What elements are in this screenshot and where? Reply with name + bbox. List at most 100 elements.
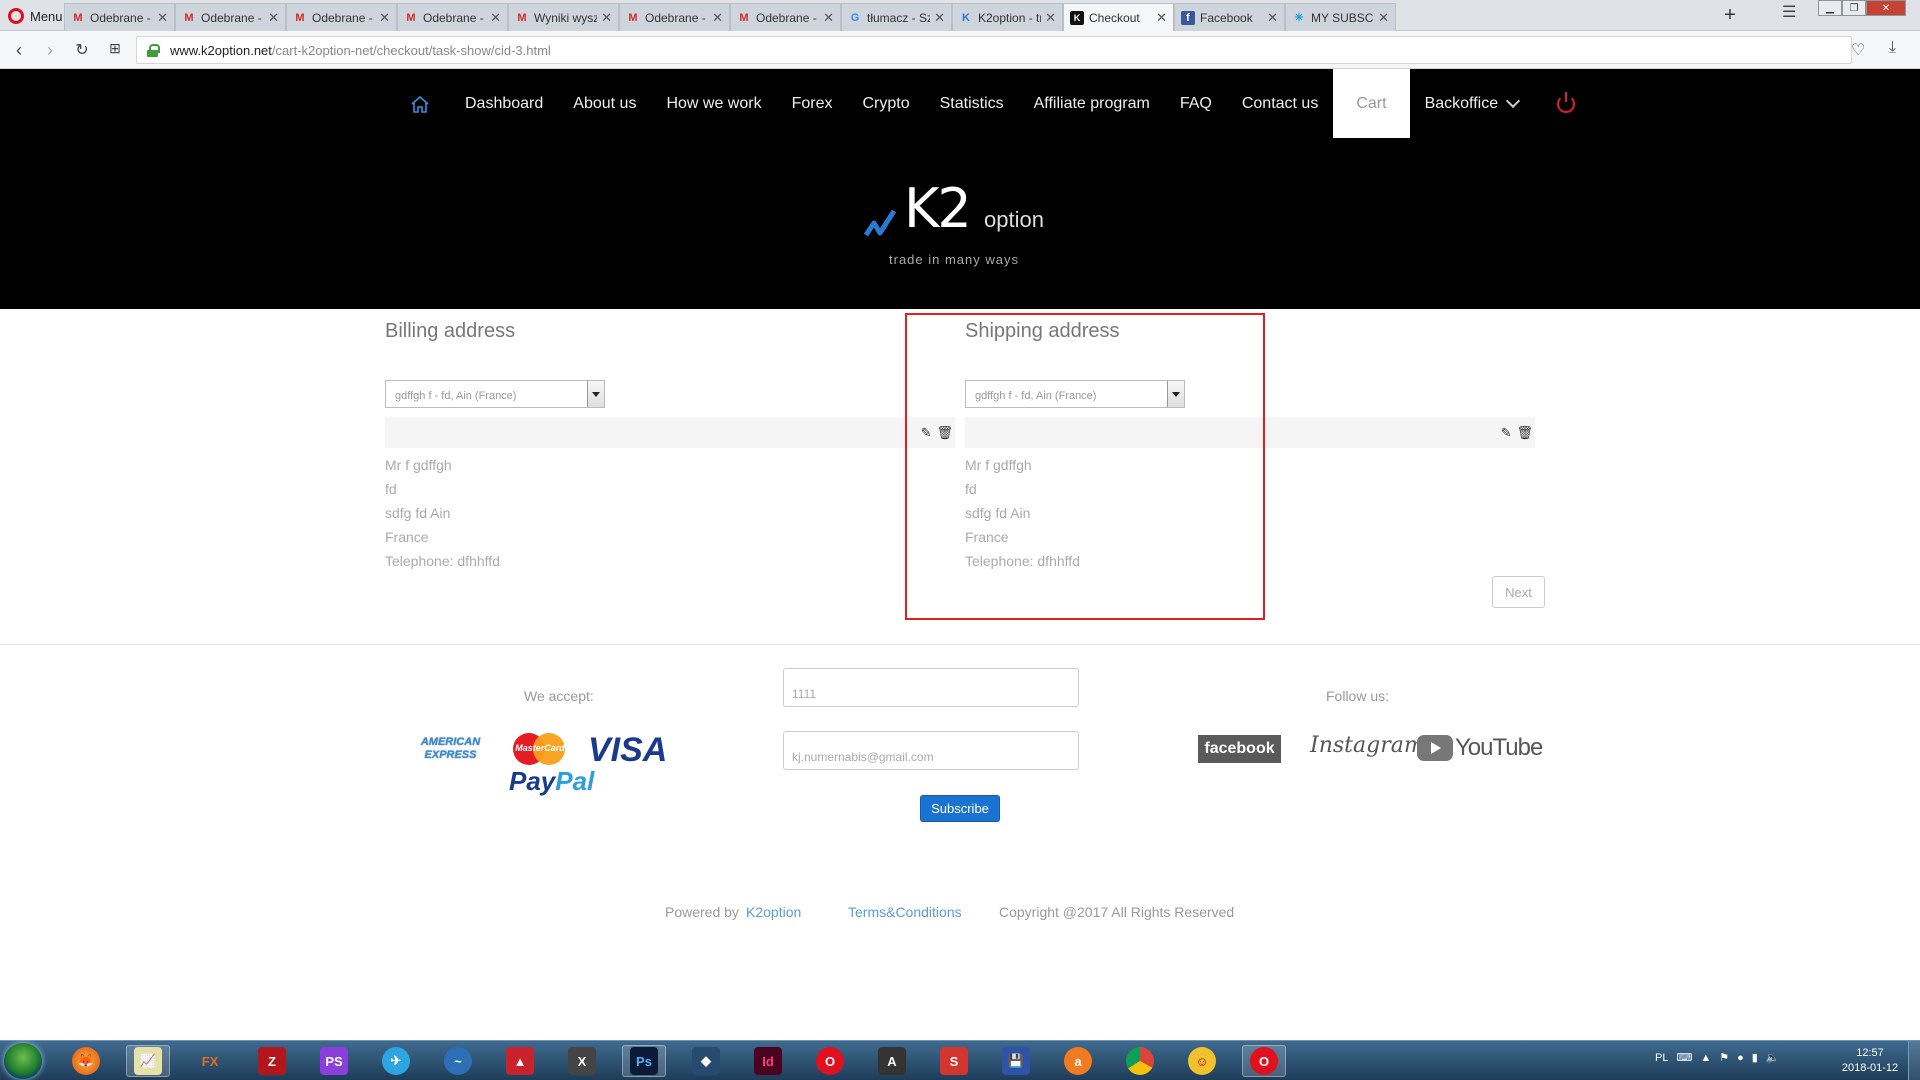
browser-tab[interactable]: K K2option - trad ✕ [952, 3, 1063, 31]
powered-by-link[interactable]: K2option [746, 904, 801, 920]
close-tab-icon[interactable]: ✕ [1378, 10, 1389, 26]
k2option-logo[interactable]: K2 option trade in many ways [864, 177, 1064, 277]
keyboard-icon[interactable]: ⌨ [1676, 1051, 1692, 1064]
billing-address-select[interactable]: gdffgh f - fd, Ain (France) [385, 380, 605, 408]
bookmark-heart-icon[interactable]: ♡ [1851, 40, 1865, 60]
download-icon[interactable]: ⤓ [1889, 39, 1896, 57]
browser-tab[interactable]: M Odebrane - kj.n ✕ [64, 3, 175, 31]
minimize-icon[interactable]: ▁ [1818, 0, 1842, 16]
tray-expand-icon[interactable]: ▲ [1700, 1052, 1711, 1064]
clock[interactable]: 12:57 2018-01-12 [1840, 1046, 1900, 1076]
xnview-icon[interactable]: X [560, 1045, 604, 1077]
browser-tab[interactable]: M Odebrane - k2o ✕ [175, 3, 286, 31]
close-tab-icon[interactable]: ✕ [268, 10, 279, 26]
url-host: www.k2option.net [170, 42, 272, 58]
subscribe-button[interactable]: Subscribe [920, 795, 1000, 822]
javafx-icon[interactable]: FX [188, 1045, 232, 1077]
sketchup-icon[interactable]: S [932, 1045, 976, 1077]
facebook-link[interactable]: facebook [1198, 735, 1281, 763]
url-input[interactable]: www.k2option.net/cart-k2option-net/check… [136, 36, 1852, 64]
close-tab-icon[interactable]: ✕ [1267, 10, 1278, 26]
nav-dashboard[interactable]: Dashboard [450, 69, 558, 138]
close-tab-icon[interactable]: ✕ [934, 10, 945, 26]
nav-about-us[interactable]: About us [558, 69, 651, 138]
nav-statistics[interactable]: Statistics [925, 69, 1019, 138]
tab-menu-icon[interactable]: ☰ [1782, 2, 1796, 22]
trash-icon[interactable]: 🗑 [1516, 425, 1533, 441]
volume-icon[interactable]: 🔈 [1766, 1051, 1780, 1064]
close-tab-icon[interactable]: ✕ [823, 10, 834, 26]
browser-tab[interactable]: M Wyniki wyszuki✕ [508, 3, 619, 31]
tab-title: Wyniki wyszuki [534, 10, 598, 25]
phpstorm-icon[interactable]: PS [312, 1045, 356, 1077]
browser-tab[interactable]: f Facebook ✕ [1174, 3, 1285, 31]
nav-crypto[interactable]: Crypto [847, 69, 924, 138]
window-controls: ▁ ❐ ✕ [1818, 0, 1906, 16]
nav-how-we-work[interactable]: How we work [651, 69, 776, 138]
edit-pencil-icon[interactable]: ✎ [1501, 425, 1512, 441]
forward-icon[interactable]: › [39, 40, 61, 61]
browser-tab[interactable]: M Odebrane - biu ✕ [730, 3, 841, 31]
newsletter-email-input[interactable] [783, 731, 1079, 770]
close-tab-icon[interactable]: ✕ [379, 10, 390, 26]
autocad-icon[interactable]: ▲ [498, 1045, 542, 1077]
speed-dial-icon[interactable]: ⊞ [104, 40, 126, 57]
chart-app-icon[interactable]: 📈 [126, 1045, 170, 1077]
flag-icon[interactable]: ⚑ [1719, 1051, 1729, 1064]
nav-forex[interactable]: Forex [777, 69, 848, 138]
nav-contact-us[interactable]: Contact us [1227, 69, 1333, 138]
browser-tab[interactable]: M Odebrane - eas ✕ [397, 3, 508, 31]
next-button[interactable]: Next [1492, 576, 1545, 608]
nav-home[interactable] [400, 69, 450, 138]
telegram-icon[interactable]: ✈ [374, 1045, 418, 1077]
new-tab-button[interactable]: + [1718, 4, 1742, 27]
youtube-link[interactable]: YouTube [1417, 734, 1543, 762]
browser-tab[interactable]: M Odebrane - biu ✕ [286, 3, 397, 31]
newsletter-name-input[interactable] [783, 668, 1079, 707]
close-tab-icon[interactable]: ✕ [1045, 10, 1056, 26]
browser-tab-active[interactable]: K Checkout ✕ [1063, 3, 1174, 31]
close-tab-icon[interactable]: ✕ [1156, 10, 1167, 26]
nav-affiliate-program[interactable]: Affiliate program [1019, 69, 1165, 138]
save-floppy-icon[interactable]: 💾 [994, 1045, 1038, 1077]
billing-selected-value: gdffgh f - fd, Ain (France) [395, 390, 517, 402]
nav-cart[interactable]: Cart [1333, 69, 1410, 138]
blender-icon[interactable]: ◆ [684, 1045, 728, 1077]
close-tab-icon[interactable]: ✕ [601, 10, 612, 26]
photoshop-icon[interactable]: Ps [622, 1045, 666, 1077]
browser-tab[interactable]: ✳ MY SUBSCRIPTI ✕ [1285, 3, 1396, 31]
dropdown-arrow-icon[interactable] [587, 381, 604, 407]
chrome-icon[interactable] [1118, 1045, 1162, 1077]
filezilla-icon[interactable]: Z [250, 1045, 294, 1077]
logout-button[interactable] [1533, 69, 1590, 138]
acrobat-icon[interactable]: A [870, 1045, 914, 1077]
terms-link[interactable]: Terms&Conditions [848, 904, 962, 920]
opera-icon[interactable]: O [808, 1045, 852, 1077]
restore-icon[interactable]: ❐ [1842, 0, 1866, 16]
browser-tab[interactable]: Gtłumacz - Szuka✕ [841, 3, 952, 31]
opera-active-icon[interactable]: O [1242, 1045, 1286, 1077]
back-icon[interactable]: ‹ [8, 40, 30, 61]
tab-title: Odebrane - biu [756, 10, 819, 25]
thunderbird-icon[interactable]: ~ [436, 1045, 480, 1077]
network-icon[interactable]: ▮ [1752, 1051, 1758, 1064]
close-window-icon[interactable]: ✕ [1866, 0, 1906, 16]
close-tab-icon[interactable]: ✕ [157, 10, 168, 26]
avast-icon[interactable]: a [1056, 1045, 1100, 1077]
close-tab-icon[interactable]: ✕ [490, 10, 501, 26]
instagram-link[interactable]: Instagram [1310, 733, 1425, 758]
browser-tab[interactable]: M Odebrane - biu ✕ [619, 3, 730, 31]
firefox-icon[interactable]: 🦊 [64, 1045, 108, 1077]
nav-backoffice-label: Backoffice [1424, 94, 1499, 112]
indesign-icon[interactable]: Id [746, 1045, 790, 1077]
avast-tray-icon[interactable]: ● [1737, 1052, 1744, 1064]
nav-backoffice[interactable]: Backoffice [1410, 69, 1534, 138]
language-indicator[interactable]: PL [1655, 1052, 1668, 1064]
reload-icon[interactable]: ↻ [71, 40, 93, 60]
emoji-app-icon[interactable]: ☺ [1180, 1045, 1224, 1077]
close-tab-icon[interactable]: ✕ [712, 10, 723, 26]
show-desktop-button[interactable] [1908, 1041, 1920, 1080]
opera-menu-button[interactable]: Menu [8, 6, 63, 26]
start-button[interactable] [4, 1043, 42, 1079]
nav-faq[interactable]: FAQ [1165, 69, 1227, 138]
